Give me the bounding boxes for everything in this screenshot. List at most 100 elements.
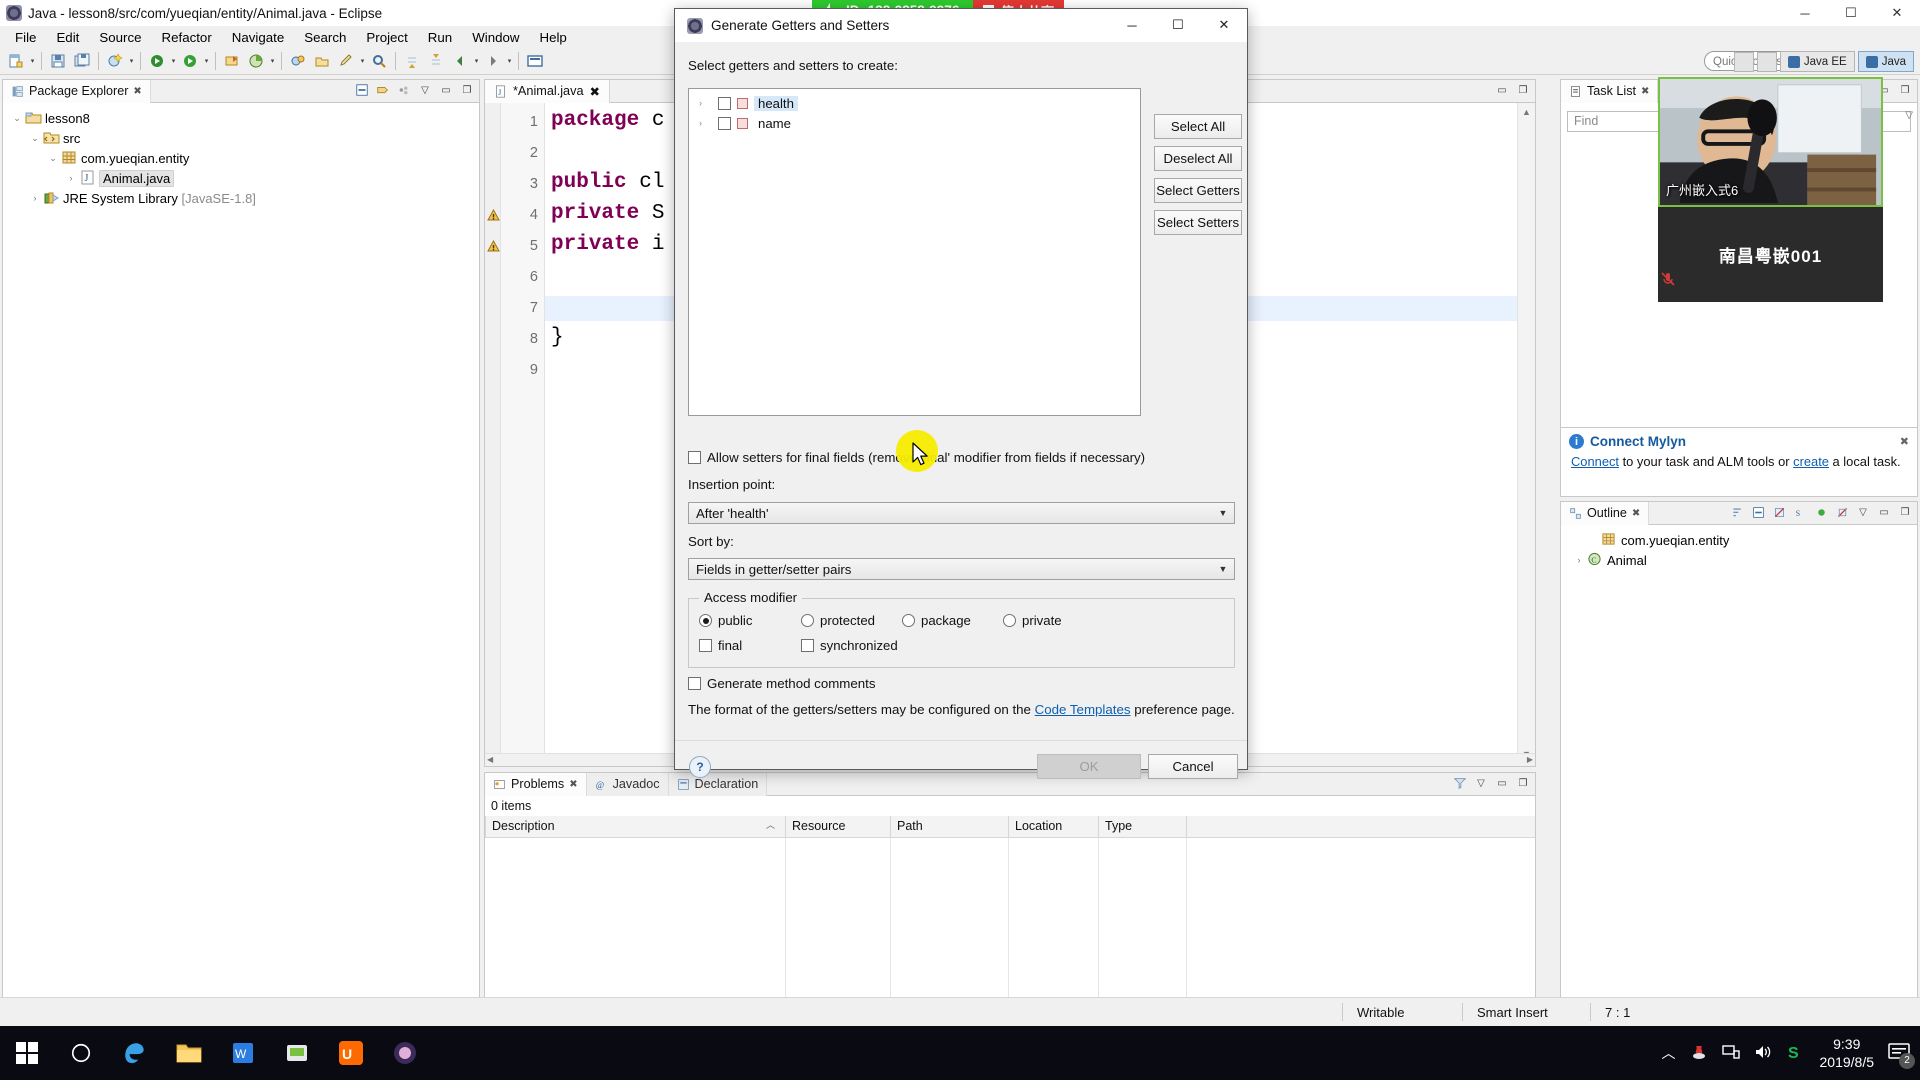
hide-local-icon[interactable] [1834,504,1850,520]
problems-rows[interactable] [485,837,1536,997]
minimize-view-icon[interactable]: ▭ [438,82,454,98]
perspective-tab-java[interactable]: Java [1857,51,1914,72]
taskbar-clock[interactable]: 9:39 2019/8/5 [1820,1035,1875,1071]
column-location[interactable]: Location [1008,816,1099,838]
wps-writer-icon[interactable]: W [216,1026,270,1080]
search-icon[interactable] [368,50,390,72]
maximize-view-icon[interactable]: ❐ [1515,775,1531,791]
sort-icon[interactable] [1729,504,1745,520]
tree-item-animal-java[interactable]: › J Animal.java [3,168,479,188]
volume-icon[interactable] [1754,1043,1772,1064]
modifier-checkbox-synchronized[interactable]: synchronized [801,638,898,653]
back-dropdown-icon[interactable]: ▾ [472,50,481,72]
column-description[interactable]: Description ︿ [485,816,786,838]
close-icon[interactable]: ✖ [133,86,141,97]
chevron-down-icon[interactable]: ⌄ [9,113,25,124]
sogou-input-icon[interactable]: S [1786,1042,1806,1065]
table-row[interactable] [485,937,1536,957]
sort-by-select[interactable]: Fields in getter/setter pairs ▼ [688,558,1235,580]
insertion-point-select[interactable]: After 'health' ▼ [688,502,1235,524]
outline-tree[interactable]: com.yueqian.entity › C Animal [1561,525,1917,570]
new-package-icon[interactable] [287,50,309,72]
tab-animal-java[interactable]: J *Animal.java ✖ [485,79,611,103]
chevron-right-icon[interactable]: › [699,98,712,108]
connect-link[interactable]: Connect [1571,454,1619,469]
previous-annotation-icon[interactable] [425,50,447,72]
cancel-button[interactable]: Cancel [1148,754,1238,779]
fields-listbox[interactable]: › health › name [688,88,1141,416]
coverage-icon[interactable] [245,50,267,72]
save-icon[interactable] [47,50,69,72]
menu-search[interactable]: Search [295,28,355,47]
close-icon[interactable]: ✕ [1874,0,1920,26]
edge-browser-icon[interactable] [108,1026,162,1080]
table-row[interactable] [485,837,1536,857]
field-row-name[interactable]: › name [689,113,1140,133]
generate-comments-row[interactable]: Generate method comments [688,676,876,691]
table-row[interactable] [485,877,1536,897]
chevron-right-icon[interactable]: › [63,173,79,183]
menu-source[interactable]: Source [90,28,150,47]
code-templates-link[interactable]: Code Templates [1035,702,1131,717]
new-dropdown-icon[interactable]: ▾ [28,50,37,72]
outline-item-animal[interactable]: › C Animal [1561,550,1917,570]
tree-item-lesson8[interactable]: ⌄ lesson8 [3,108,479,128]
show-hidden-icons-chevron-icon[interactable]: ︿ [1662,1043,1676,1063]
new-icon[interactable] [5,50,27,72]
table-row[interactable] [485,897,1536,917]
table-row[interactable] [485,977,1536,997]
chevron-down-icon[interactable]: ⌄ [27,133,43,144]
field-checkbox[interactable] [718,96,731,110]
create-link[interactable]: create [1793,454,1829,469]
column-path[interactable]: Path [890,816,1009,838]
tab-package-explorer[interactable]: Package Explorer ✖ [3,79,151,103]
checkbox-icon[interactable] [801,639,814,652]
eclipse-taskbar-icon[interactable] [378,1026,432,1080]
video-thumbnail-top[interactable]: 广州嵌入式6 [1658,77,1883,207]
radio-icon[interactable] [699,614,712,627]
menu-file[interactable]: File [6,28,45,47]
ok-button[interactable]: OK [1037,754,1141,779]
field-checkbox[interactable] [718,116,731,130]
chevron-down-icon[interactable]: ⌄ [45,153,61,164]
warning-marker-icon[interactable] [487,239,500,253]
view-menu-icon[interactable]: ▽ [1905,110,1913,121]
chevron-down-icon[interactable]: ▼ [1212,564,1234,574]
maximize-editor-icon[interactable]: ❐ [1515,82,1531,98]
menu-navigate[interactable]: Navigate [223,28,293,47]
next-annotation-icon[interactable] [401,50,423,72]
cortana-search-icon[interactable] [54,1026,108,1080]
close-icon[interactable]: ✖ [590,84,601,99]
new-class-dropdown-icon[interactable]: ▾ [127,50,136,72]
hide-fields-icon[interactable] [1771,504,1787,520]
radio-icon[interactable] [801,614,814,627]
minimize-editor-icon[interactable]: ▭ [1494,82,1510,98]
maximize-view-icon[interactable]: ❐ [459,82,475,98]
tab-task-list[interactable]: Task List ✖ [1561,79,1659,103]
select-setters-button[interactable]: Select Setters [1154,210,1242,235]
code-line[interactable]: package c [551,109,664,132]
hide-static-icon[interactable]: S [1792,504,1808,520]
chevron-down-icon[interactable]: ▽ [417,82,433,98]
minimize-view-icon[interactable]: ▭ [1494,775,1510,791]
menu-run[interactable]: Run [419,28,461,47]
edit-dropdown-icon[interactable]: ▾ [358,50,367,72]
fields-list[interactable]: › health › name [689,89,1140,133]
back-icon[interactable] [449,50,471,72]
start-button[interactable] [0,1026,54,1080]
modifier-checkbox-final[interactable]: final [699,638,742,653]
view-menu-icon[interactable] [396,82,412,98]
view-menu-icon[interactable]: ▽ [1473,775,1489,791]
close-icon[interactable]: ✖ [1641,86,1649,97]
access-radio-public[interactable]: public [699,613,752,628]
dialog-minimize-icon[interactable]: ─ [1109,9,1155,41]
save-all-icon[interactable] [71,50,93,72]
action-center-icon[interactable]: 2 [1888,1042,1915,1069]
view-menu-icon[interactable]: ▽ [1855,504,1871,520]
access-radio-package[interactable]: package [902,613,971,628]
perspective-tab-javaee[interactable]: Java EE [1779,51,1855,72]
close-icon[interactable]: ✖ [1632,508,1640,519]
table-row[interactable] [485,857,1536,877]
access-radio-protected[interactable]: protected [801,613,875,628]
table-row[interactable] [485,917,1536,937]
